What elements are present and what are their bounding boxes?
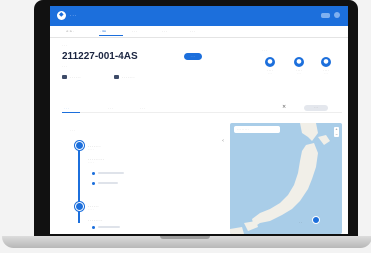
timeline-event-4-title: · · · · · · · · xyxy=(88,218,103,222)
timeline-marker-1 xyxy=(92,172,95,175)
step-3-sub: · · · xyxy=(324,72,328,75)
page-title: 211227-001-4AS xyxy=(62,51,138,62)
meta-location-text: · · · · · · · xyxy=(122,75,135,79)
map-search-input[interactable]: · · · · · · · · xyxy=(234,126,280,133)
timeline-marker-3 xyxy=(92,226,95,229)
timeline-event-1[interactable]: · · · · · · · · · · · xyxy=(88,144,100,151)
app-bar: ◆ · · · xyxy=(50,6,348,26)
japan-map-graphic xyxy=(230,123,330,234)
timeline-event-2-sub: · · · · xyxy=(88,161,94,164)
timeline-marker-2 xyxy=(92,182,95,185)
active-subtab-indicator xyxy=(62,112,80,113)
page-subtitle: · · · xyxy=(62,64,67,68)
tab-item-3[interactable]: · · · xyxy=(162,29,167,33)
step-2-sub: · · · xyxy=(297,72,301,75)
timeline-track xyxy=(78,143,80,223)
timeline-event-4[interactable]: · · · · · · · · xyxy=(88,218,102,222)
timeline-event-3[interactable]: · · · · · · · · · · xyxy=(88,204,99,211)
progress-step-2: ● · · · · · · · xyxy=(287,57,311,75)
active-tab-indicator xyxy=(99,35,123,36)
status-badge: · · · xyxy=(184,53,202,60)
sub-tab-bar: · · · · · · · · · xyxy=(62,104,342,113)
app-name: · · · xyxy=(70,13,77,18)
map-zoom-control[interactable]: + − xyxy=(334,127,339,137)
user-avatar-icon[interactable] xyxy=(334,12,340,18)
step-3-pin-icon: ● xyxy=(321,57,331,67)
route-map[interactable] xyxy=(230,123,342,234)
timeline-node-1 xyxy=(75,141,84,150)
breadcrumb[interactable]: · · · xyxy=(62,43,67,47)
account-chip[interactable] xyxy=(321,12,330,18)
timeline-event-3-sub: · · · · xyxy=(88,208,94,211)
map-place-label: · · xyxy=(299,220,302,224)
timeline-title: · · · xyxy=(70,128,75,132)
timeline-event-2[interactable]: · · · · · · · · · · · · · xyxy=(88,157,104,164)
timeline-bar-3 xyxy=(98,226,120,228)
step-1-sub: · · · xyxy=(268,72,272,75)
tab-item-2[interactable]: · · · xyxy=(132,29,137,33)
subtab-2[interactable]: · · · xyxy=(108,106,113,110)
timeline-bar-2 xyxy=(98,182,118,184)
map-location-pin-icon[interactable] xyxy=(312,216,320,224)
truck-icon xyxy=(114,75,119,79)
tab-4a[interactable]: · 4A xyxy=(100,29,106,33)
timeline-bar-1 xyxy=(98,172,124,174)
meta-item-location: · · · · · · · xyxy=(114,75,134,79)
action-button[interactable]: · · · xyxy=(304,105,328,111)
screen: ◆ · · · < > · · 4A · · · · · · · · · · ·… xyxy=(50,6,348,234)
close-icon[interactable]: × xyxy=(282,105,286,110)
timeline-event-1-sub: · · · · xyxy=(88,148,94,151)
laptop-hinge xyxy=(160,236,210,239)
meta-item-date: · · · · · · xyxy=(62,75,81,79)
top-tab-bar: < > · · 4A · · · · · · · · · xyxy=(50,26,348,38)
subtab-3[interactable]: · · · xyxy=(140,106,145,110)
app-logo-icon[interactable]: ◆ xyxy=(57,11,66,20)
tab-back-forward[interactable]: < > · xyxy=(66,29,74,33)
step-2-pin-icon: ● xyxy=(294,57,304,67)
calendar-icon xyxy=(62,75,67,79)
meta-date-text: · · · · · · xyxy=(70,75,81,79)
step-1-pin-icon: ● xyxy=(265,57,275,67)
subtab-overview[interactable]: · · · xyxy=(64,106,69,110)
tab-item-4[interactable]: · · · xyxy=(190,29,195,33)
progress-step-1: ● · · · · · · · xyxy=(258,57,282,75)
timeline-node-2 xyxy=(75,202,84,211)
progress-step-3: ● · · · · · · · xyxy=(314,57,338,75)
collapse-icon[interactable]: ‹ xyxy=(222,139,224,144)
progress-label: · · · xyxy=(262,48,267,52)
